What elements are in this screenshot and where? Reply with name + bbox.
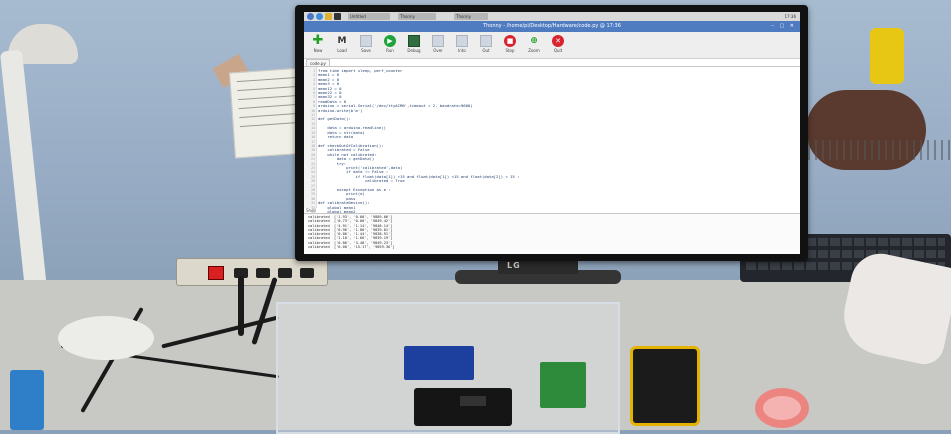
- step-into-button[interactable]: Into: [452, 35, 472, 57]
- taskbar-item[interactable]: Thonny: [454, 13, 488, 20]
- toolbar: ✚ New M Load Save ▶ Run Debug Over Into: [304, 32, 800, 59]
- debug-icon: [408, 35, 420, 47]
- run-button[interactable]: ▶ Run: [380, 35, 400, 57]
- blue-container: [10, 370, 44, 430]
- code-editor[interactable]: 1 2 3 4 5 6 7 8 9 10 11 12 13 14 15 16 1…: [304, 66, 800, 218]
- load-button[interactable]: M Load: [332, 35, 352, 57]
- folder-m-icon: M: [337, 36, 347, 46]
- yellow-object: [870, 28, 904, 84]
- step-out-button[interactable]: Out: [476, 35, 496, 57]
- arduino-board: [404, 346, 474, 380]
- run-icon: ▶: [384, 35, 396, 47]
- taskbar-item[interactable]: Untitled: [348, 13, 390, 20]
- line-numbers: 1 2 3 4 5 6 7 8 9 10 11 12 13 14 15 16 1…: [311, 69, 315, 218]
- taskbar-item[interactable]: Thonny: [398, 13, 436, 20]
- raspberry-pi-board: [540, 362, 586, 408]
- step-out-icon: [480, 35, 492, 47]
- pink-tape-roll: [755, 388, 809, 428]
- menu-icon[interactable]: [307, 13, 314, 20]
- white-round-board: [58, 316, 154, 360]
- save-button[interactable]: Save: [356, 35, 376, 57]
- zoom-button[interactable]: ⊕ Zoom: [524, 35, 544, 57]
- quit-icon: ✕: [552, 35, 564, 47]
- new-button[interactable]: ✚ New: [308, 33, 328, 57]
- zoom-icon: ⊕: [530, 36, 538, 46]
- window-titlebar[interactable]: Thonny - /home/pi/Desktop/Hardware/code.…: [304, 21, 800, 32]
- taskbar-clock: 17:36: [784, 14, 796, 19]
- phone-in-yellow-case: [630, 346, 700, 426]
- monitor-screen: Untitled Thonny Thonny 17:36 Thonny - /h…: [304, 12, 800, 254]
- monitor-brand-logo: LG: [507, 261, 521, 270]
- step-into-icon: [456, 35, 468, 47]
- stop-button[interactable]: ■ Stop: [500, 35, 520, 57]
- shell-output[interactable]: calibrated ['1.93', '0.00', '9889.06'] c…: [308, 215, 395, 249]
- code-text[interactable]: from time import sleep, perf_counter mea…: [318, 68, 796, 219]
- line-number-gutter: 1 2 3 4 5 6 7 8 9 10 11 12 13 14 15 16 1…: [304, 67, 317, 218]
- folder-icon[interactable]: [325, 13, 332, 20]
- step-over-icon: [432, 35, 444, 47]
- black-device-case: [414, 388, 512, 426]
- outlet: [278, 268, 292, 278]
- debug-button[interactable]: Debug: [404, 35, 424, 57]
- quit-button[interactable]: ✕ Quit: [548, 35, 568, 57]
- shell-panel[interactable]: calibrated ['1.93', '0.00', '9889.06'] c…: [304, 213, 800, 254]
- stop-icon: ■: [504, 35, 516, 47]
- outlet: [300, 268, 314, 278]
- outlet: [256, 268, 270, 278]
- step-over-button[interactable]: Over: [428, 35, 448, 57]
- power-switch: [208, 266, 224, 280]
- os-taskbar: Untitled Thonny Thonny 17:36: [304, 12, 800, 21]
- save-icon: [360, 35, 372, 47]
- window-title: Thonny - /home/pi/Desktop/Hardware/code.…: [483, 23, 621, 29]
- terminal-icon[interactable]: [334, 13, 341, 20]
- browser-icon[interactable]: [316, 13, 323, 20]
- plus-icon: ✚: [312, 33, 324, 48]
- case-label: [460, 396, 486, 406]
- window-controls[interactable]: – ▢ ✕: [771, 23, 796, 29]
